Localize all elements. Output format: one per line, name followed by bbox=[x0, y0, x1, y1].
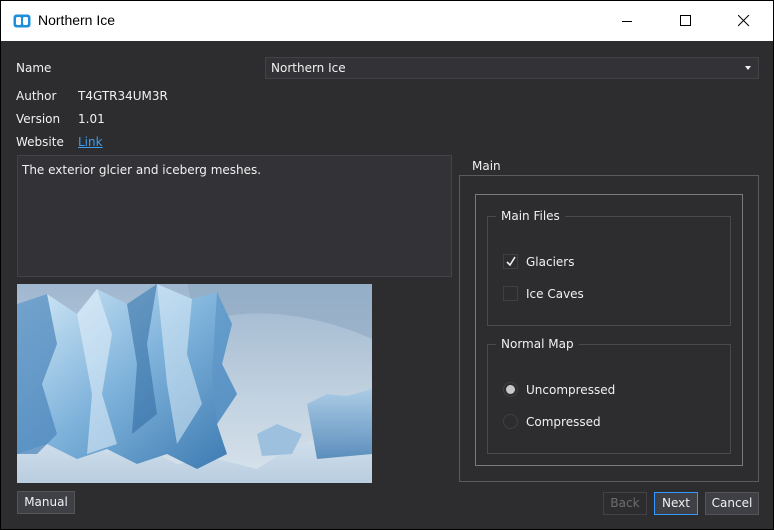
ice-caves-label[interactable]: Ice Caves bbox=[526, 287, 584, 301]
description-text: The exterior glcier and iceberg meshes. bbox=[22, 163, 262, 177]
name-dropdown[interactable]: Northern Ice bbox=[265, 57, 759, 79]
glaciers-label[interactable]: Glaciers bbox=[526, 255, 575, 269]
main-files-title: Main Files bbox=[496, 209, 565, 223]
website-label: Website bbox=[16, 135, 64, 149]
minimize-button[interactable] bbox=[599, 1, 657, 41]
window-title: Northern Ice bbox=[38, 12, 116, 28]
minimize-icon bbox=[622, 21, 632, 22]
app-logo-icon bbox=[13, 14, 31, 28]
installer-window: Northern Ice Name Northern Ice Author T4… bbox=[0, 0, 774, 530]
back-button[interactable]: Back bbox=[603, 492, 647, 515]
title-bar[interactable]: Northern Ice bbox=[1, 1, 773, 41]
author-label: Author bbox=[16, 89, 57, 103]
normal-map-group bbox=[487, 344, 731, 454]
close-icon bbox=[738, 15, 750, 27]
glaciers-checkbox[interactable] bbox=[503, 254, 518, 269]
ice-caves-checkbox[interactable] bbox=[503, 286, 518, 301]
glacier-preview-illustration bbox=[17, 284, 372, 483]
name-label: Name bbox=[16, 61, 52, 75]
close-button[interactable] bbox=[715, 1, 773, 41]
cancel-button[interactable]: Cancel bbox=[705, 492, 759, 515]
uncompressed-radio[interactable] bbox=[503, 382, 518, 397]
next-button[interactable]: Next bbox=[654, 492, 698, 515]
name-dropdown-value: Northern Ice bbox=[271, 61, 346, 75]
checkmark-icon bbox=[506, 256, 516, 267]
main-files-group bbox=[487, 216, 731, 326]
chevron-down-icon bbox=[745, 66, 751, 70]
manual-button[interactable]: Manual bbox=[17, 491, 75, 514]
compressed-label[interactable]: Compressed bbox=[526, 415, 601, 429]
version-value: 1.01 bbox=[78, 112, 105, 126]
main-group-title: Main bbox=[468, 159, 505, 173]
compressed-radio[interactable] bbox=[503, 414, 518, 429]
maximize-button[interactable] bbox=[657, 1, 715, 41]
maximize-icon bbox=[680, 15, 691, 26]
radio-selected-dot bbox=[506, 385, 515, 394]
preview-image bbox=[17, 284, 372, 483]
version-label: Version bbox=[16, 112, 61, 126]
uncompressed-label[interactable]: Uncompressed bbox=[526, 383, 615, 397]
website-link[interactable]: Link bbox=[78, 135, 103, 149]
author-value: T4GTR34UM3R bbox=[78, 89, 168, 103]
description-box[interactable]: The exterior glcier and iceberg meshes. bbox=[17, 155, 452, 277]
normal-map-title: Normal Map bbox=[496, 337, 579, 351]
